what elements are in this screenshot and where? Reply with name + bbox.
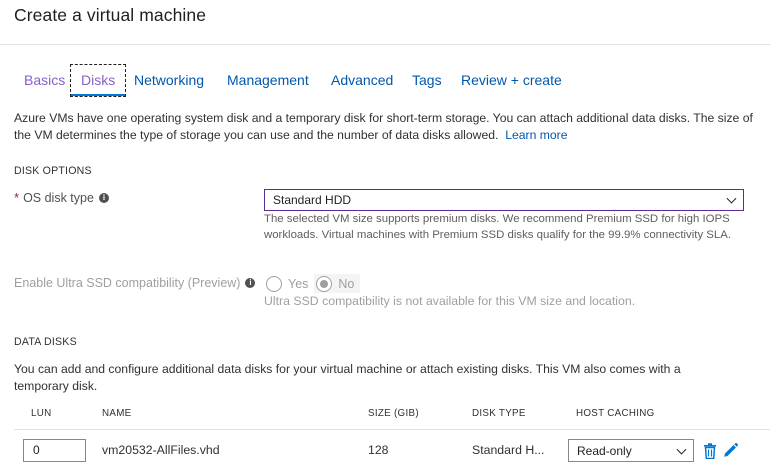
column-header-name: NAME bbox=[102, 408, 132, 419]
lun-input[interactable]: 0 bbox=[23, 439, 86, 462]
tab-advanced[interactable]: Advanced bbox=[331, 65, 393, 96]
column-header-size: SIZE (GIB) bbox=[368, 408, 419, 419]
pencil-icon[interactable] bbox=[722, 442, 739, 459]
tab-networking[interactable]: Networking bbox=[134, 65, 204, 96]
ultra-ssd-no-label: No bbox=[338, 276, 355, 291]
column-header-lun: LUN bbox=[31, 408, 52, 419]
data-disks-description: You can add and configure additional dat… bbox=[14, 362, 681, 393]
ultra-ssd-no-option[interactable]: No bbox=[314, 274, 361, 293]
ultra-ssd-label: Enable Ultra SSD compatibility (Preview)… bbox=[14, 276, 256, 290]
info-icon[interactable]: i bbox=[98, 192, 109, 203]
trash-icon[interactable] bbox=[703, 443, 717, 460]
data-disks-heading: DATA DISKS bbox=[14, 336, 77, 348]
chevron-down-icon bbox=[676, 444, 687, 455]
os-disk-type-label: * OS disk type i bbox=[14, 190, 109, 205]
os-disk-type-label-text: OS disk type bbox=[23, 190, 94, 205]
table-header-divider bbox=[14, 429, 770, 430]
ultra-ssd-label-text: Enable Ultra SSD compatibility (Preview) bbox=[14, 276, 241, 290]
intro-paragraph: Azure VMs have one operating system disk… bbox=[14, 110, 754, 143]
column-header-disk-type: DISK TYPE bbox=[472, 408, 526, 419]
tab-tags[interactable]: Tags bbox=[412, 65, 442, 96]
ultra-ssd-yes-label: Yes bbox=[288, 276, 309, 291]
os-disk-type-value: Standard HDD bbox=[273, 193, 352, 207]
chevron-down-icon bbox=[726, 193, 737, 204]
tab-management[interactable]: Management bbox=[227, 65, 309, 96]
page-title: Create a virtual machine bbox=[14, 5, 207, 25]
host-caching-value: Read-only bbox=[577, 443, 632, 458]
title-divider bbox=[0, 44, 770, 45]
ultra-ssd-help: Ultra SSD compatibility is not available… bbox=[264, 294, 636, 308]
tab-review-create[interactable]: Review + create bbox=[461, 65, 562, 96]
disk-options-heading: DISK OPTIONS bbox=[14, 165, 92, 177]
required-asterisk: * bbox=[14, 190, 20, 205]
tab-basics[interactable]: Basics bbox=[24, 65, 65, 96]
ultra-ssd-yes-option[interactable]: Yes bbox=[264, 274, 314, 293]
disk-size-cell: 128 bbox=[368, 443, 389, 457]
os-disk-type-select[interactable]: Standard HDD bbox=[264, 189, 744, 211]
radio-selected-icon bbox=[316, 275, 333, 292]
host-caching-select[interactable]: Read-only bbox=[568, 439, 694, 462]
ultra-ssd-radio-group: Yes No bbox=[264, 274, 361, 293]
tab-disks[interactable]: Disks bbox=[69, 64, 127, 97]
os-disk-type-help: The selected VM size supports premium di… bbox=[264, 213, 732, 241]
disk-type-cell: Standard H... bbox=[472, 443, 545, 457]
info-icon[interactable]: i bbox=[245, 278, 256, 288]
disk-name-cell: vm20532-AllFiles.vhd bbox=[102, 443, 220, 457]
learn-more-link[interactable]: Learn more bbox=[505, 128, 567, 142]
column-header-host-caching: HOST CACHING bbox=[576, 408, 655, 419]
radio-circle-icon bbox=[266, 275, 282, 292]
intro-text: Azure VMs have one operating system disk… bbox=[14, 111, 753, 142]
